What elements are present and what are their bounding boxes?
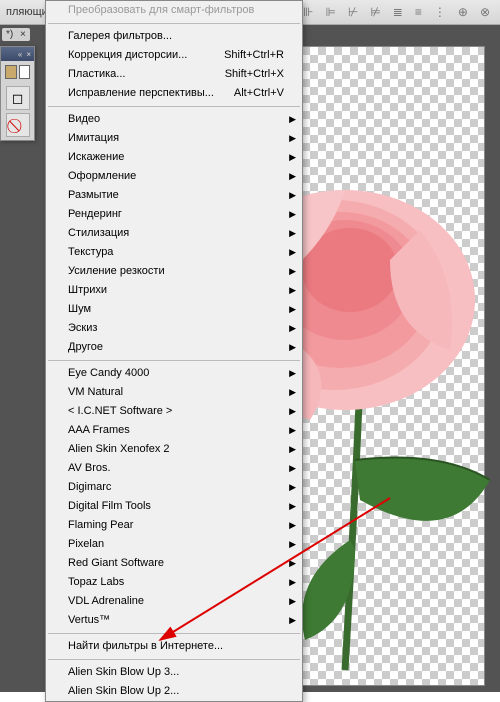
- chevron-right-icon: ▶: [289, 112, 296, 127]
- menu-separator: [48, 106, 300, 107]
- distribute-icon[interactable]: ⊕: [458, 0, 468, 25]
- menu-distort[interactable]: Искажение▶: [46, 148, 302, 167]
- toolbar-icon-row: ⊩ ⊪ ⊫ ⊬ ⊭ ≣ ≡ ⋮ ⊕ ⊗: [281, 0, 500, 25]
- chevron-right-icon: ▶: [289, 442, 296, 457]
- menu-pixelate[interactable]: Оформление▶: [46, 167, 302, 186]
- chevron-right-icon: ▶: [289, 480, 296, 495]
- chevron-right-icon: ▶: [289, 131, 296, 146]
- chevron-right-icon: ▶: [289, 556, 296, 571]
- menu-texture[interactable]: Текстура▶: [46, 243, 302, 262]
- menu-blow-up-3[interactable]: Alien Skin Blow Up 3...: [46, 663, 302, 682]
- close-icon[interactable]: ×: [26, 50, 31, 59]
- menu-separator: [48, 633, 300, 634]
- menu-vdl-adrenaline[interactable]: VDL Adrenaline▶: [46, 592, 302, 611]
- chevron-right-icon: ▶: [289, 385, 296, 400]
- chevron-right-icon: ▶: [289, 188, 296, 203]
- chevron-right-icon: ▶: [289, 169, 296, 184]
- align-icon[interactable]: ⊬: [348, 0, 358, 25]
- menu-brush-strokes[interactable]: Штрихи▶: [46, 281, 302, 300]
- align-icon[interactable]: ⊫: [325, 0, 335, 25]
- menu-flaming-pear[interactable]: Flaming Pear▶: [46, 516, 302, 535]
- chevron-right-icon: ▶: [289, 537, 296, 552]
- chevron-right-icon: ▶: [289, 321, 296, 336]
- menu-digimarc[interactable]: Digimarc▶: [46, 478, 302, 497]
- close-icon[interactable]: ×: [20, 29, 26, 40]
- menu-artistic[interactable]: Имитация▶: [46, 129, 302, 148]
- menu-xenofex[interactable]: Alien Skin Xenofex 2▶: [46, 440, 302, 459]
- chevron-right-icon: ▶: [289, 264, 296, 279]
- chevron-right-icon: ▶: [289, 575, 296, 590]
- chevron-right-icon: ▶: [289, 366, 296, 381]
- panel-titlebar[interactable]: « ×: [1, 47, 34, 61]
- document-tab[interactable]: *) ×: [2, 28, 30, 41]
- distribute-icon[interactable]: ≣: [393, 0, 403, 25]
- menu-sketch[interactable]: Эскиз▶: [46, 319, 302, 338]
- background-swatch[interactable]: [19, 65, 31, 79]
- chevron-right-icon: ▶: [289, 340, 296, 355]
- chevron-right-icon: ▶: [289, 245, 296, 260]
- menu-liquify[interactable]: Пластика... Shift+Ctrl+X: [46, 65, 302, 84]
- chevron-right-icon: ▶: [289, 423, 296, 438]
- no-tool[interactable]: ⃠: [6, 113, 30, 137]
- menu-smart-filters: Преобразовать для смарт-фильтров: [46, 1, 302, 20]
- menu-filter-gallery[interactable]: Галерея фильтров...: [46, 27, 302, 46]
- menu-aaa-frames[interactable]: AAA Frames▶: [46, 421, 302, 440]
- distribute-icon[interactable]: ⋮: [434, 0, 446, 25]
- chevron-right-icon: ▶: [289, 499, 296, 514]
- chevron-right-icon: ▶: [289, 404, 296, 419]
- menu-other[interactable]: Другое▶: [46, 338, 302, 357]
- collapse-icon[interactable]: «: [18, 50, 22, 59]
- marquee-tool[interactable]: ◻: [6, 86, 30, 110]
- menu-blur[interactable]: Размытие▶: [46, 186, 302, 205]
- chevron-right-icon: ▶: [289, 226, 296, 241]
- chevron-right-icon: ▶: [289, 207, 296, 222]
- align-icon[interactable]: ⊪: [303, 0, 313, 25]
- menu-stylize[interactable]: Стилизация▶: [46, 224, 302, 243]
- chevron-right-icon: ▶: [289, 518, 296, 533]
- menu-noise[interactable]: Шум▶: [46, 300, 302, 319]
- tool-palette: « × ◻ ⃠: [0, 46, 35, 141]
- foreground-swatch[interactable]: [5, 65, 17, 79]
- menu-digital-film-tools[interactable]: Digital Film Tools▶: [46, 497, 302, 516]
- filter-menu: Преобразовать для смарт-фильтров Галерея…: [45, 0, 303, 702]
- chevron-right-icon: ▶: [289, 461, 296, 476]
- align-icon[interactable]: ⊭: [370, 0, 380, 25]
- menu-browse-filters-online[interactable]: Найти фильтры в Интернете...: [46, 637, 302, 656]
- menu-vm-natural[interactable]: VM Natural▶: [46, 383, 302, 402]
- distribute-icon[interactable]: ⊗: [480, 0, 490, 25]
- menu-red-giant[interactable]: Red Giant Software▶: [46, 554, 302, 573]
- menu-sharpen[interactable]: Усиление резкости▶: [46, 262, 302, 281]
- menu-pixelan[interactable]: Pixelan▶: [46, 535, 302, 554]
- chevron-right-icon: ▶: [289, 594, 296, 609]
- menu-topaz-labs[interactable]: Topaz Labs▶: [46, 573, 302, 592]
- chevron-right-icon: ▶: [289, 613, 296, 628]
- menu-av-bros[interactable]: AV Bros.▶: [46, 459, 302, 478]
- menu-separator: [48, 23, 300, 24]
- menu-vanishing-point[interactable]: Исправление перспективы... Alt+Ctrl+V: [46, 84, 302, 103]
- menu-separator: [48, 360, 300, 361]
- menu-vertus[interactable]: Vertus™▶: [46, 611, 302, 630]
- menu-icnet[interactable]: < I.C.NET Software >▶: [46, 402, 302, 421]
- menu-video[interactable]: Видео▶: [46, 110, 302, 129]
- menu-eye-candy[interactable]: Eye Candy 4000▶: [46, 364, 302, 383]
- chevron-right-icon: ▶: [289, 302, 296, 317]
- distribute-icon[interactable]: ≡: [415, 0, 422, 25]
- menu-render[interactable]: Рендеринг▶: [46, 205, 302, 224]
- chevron-right-icon: ▶: [289, 150, 296, 165]
- menu-lens-correction[interactable]: Коррекция дисторсии... Shift+Ctrl+R: [46, 46, 302, 65]
- menu-separator: [48, 659, 300, 660]
- chevron-right-icon: ▶: [289, 283, 296, 298]
